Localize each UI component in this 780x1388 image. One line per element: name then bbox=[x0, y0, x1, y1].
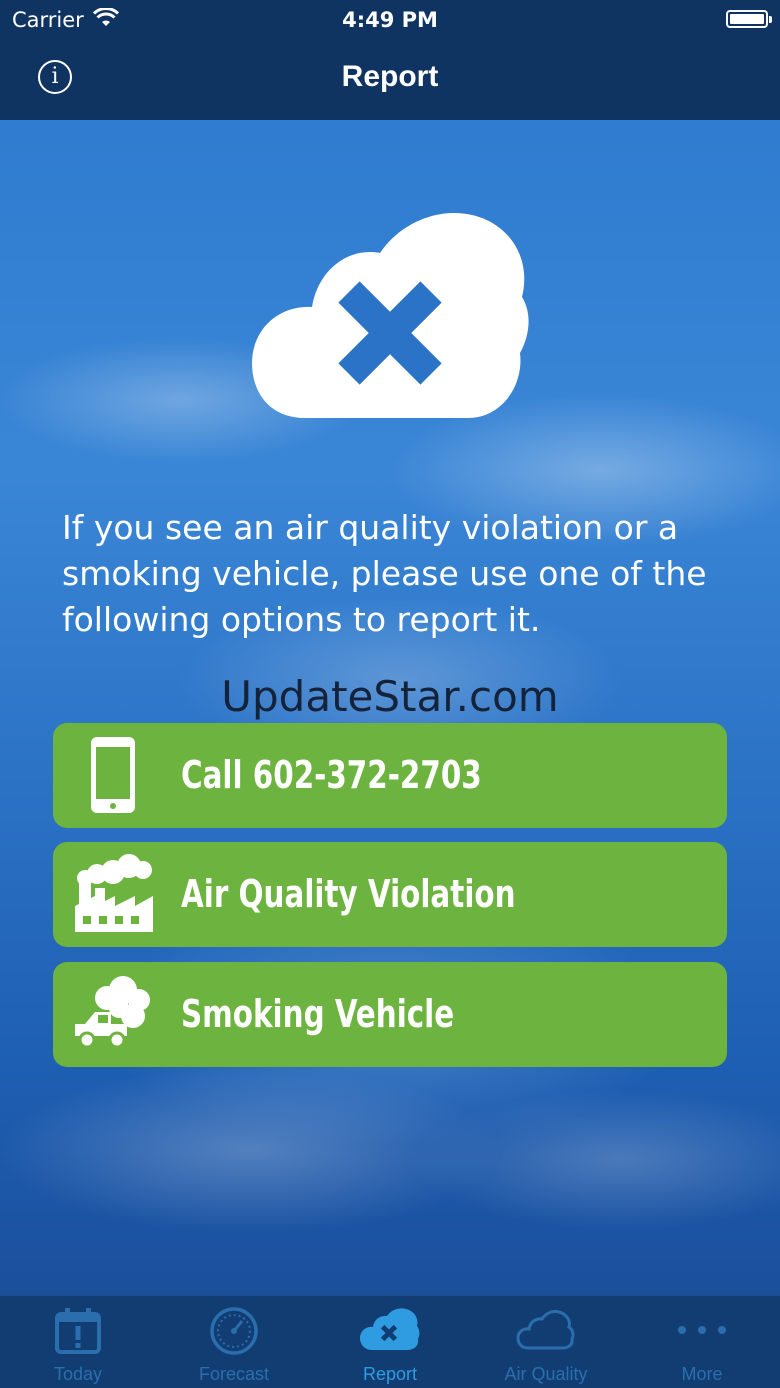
clock: 4:49 PM bbox=[342, 8, 438, 32]
calendar-alert-icon bbox=[53, 1306, 103, 1356]
more-icon bbox=[677, 1306, 727, 1356]
air-quality-violation-button[interactable]: Air Quality Violation bbox=[53, 842, 727, 947]
smoking-vehicle-label: Smoking Vehicle bbox=[181, 992, 455, 1036]
call-button-label: Call 602-372-2703 bbox=[181, 753, 482, 797]
smoking-vehicle-button[interactable]: Smoking Vehicle bbox=[53, 962, 727, 1067]
cloud-x-icon bbox=[250, 205, 530, 420]
status-bar: Carrier 4:49 PM bbox=[0, 0, 780, 40]
gauge-icon bbox=[209, 1306, 259, 1356]
top-bar: Carrier 4:49 PM i Report bbox=[0, 0, 780, 120]
tab-today-label: Today bbox=[53, 1364, 103, 1384]
tab-forecast[interactable]: Forecast bbox=[156, 1296, 312, 1388]
tab-air-quality-label: Air Quality bbox=[504, 1364, 588, 1384]
call-button[interactable]: Call 602-372-2703 bbox=[53, 723, 727, 828]
tab-more-label: More bbox=[681, 1364, 723, 1384]
factory-icon bbox=[73, 854, 155, 936]
tab-report-label: Report bbox=[362, 1364, 418, 1384]
tab-today[interactable]: Today bbox=[0, 1296, 156, 1388]
tab-air-quality[interactable]: Air Quality bbox=[468, 1296, 624, 1388]
tab-report[interactable]: Report bbox=[312, 1296, 468, 1388]
cloud-icon bbox=[516, 1306, 575, 1356]
watermark-text: UpdateStar.com bbox=[221, 672, 559, 721]
cloud-x-icon bbox=[360, 1306, 420, 1356]
battery-icon bbox=[726, 10, 772, 28]
phone-icon bbox=[73, 735, 155, 817]
tab-bar: Today Forecast Report Air Quality More bbox=[0, 1295, 780, 1388]
intro-text: If you see an air quality violation or a… bbox=[62, 508, 707, 639]
air-quality-violation-label: Air Quality Violation bbox=[181, 872, 516, 916]
tab-more[interactable]: More bbox=[624, 1296, 780, 1388]
tab-forecast-label: Forecast bbox=[198, 1364, 270, 1384]
smoking-truck-icon bbox=[73, 974, 155, 1056]
page-title: Report bbox=[341, 60, 439, 93]
